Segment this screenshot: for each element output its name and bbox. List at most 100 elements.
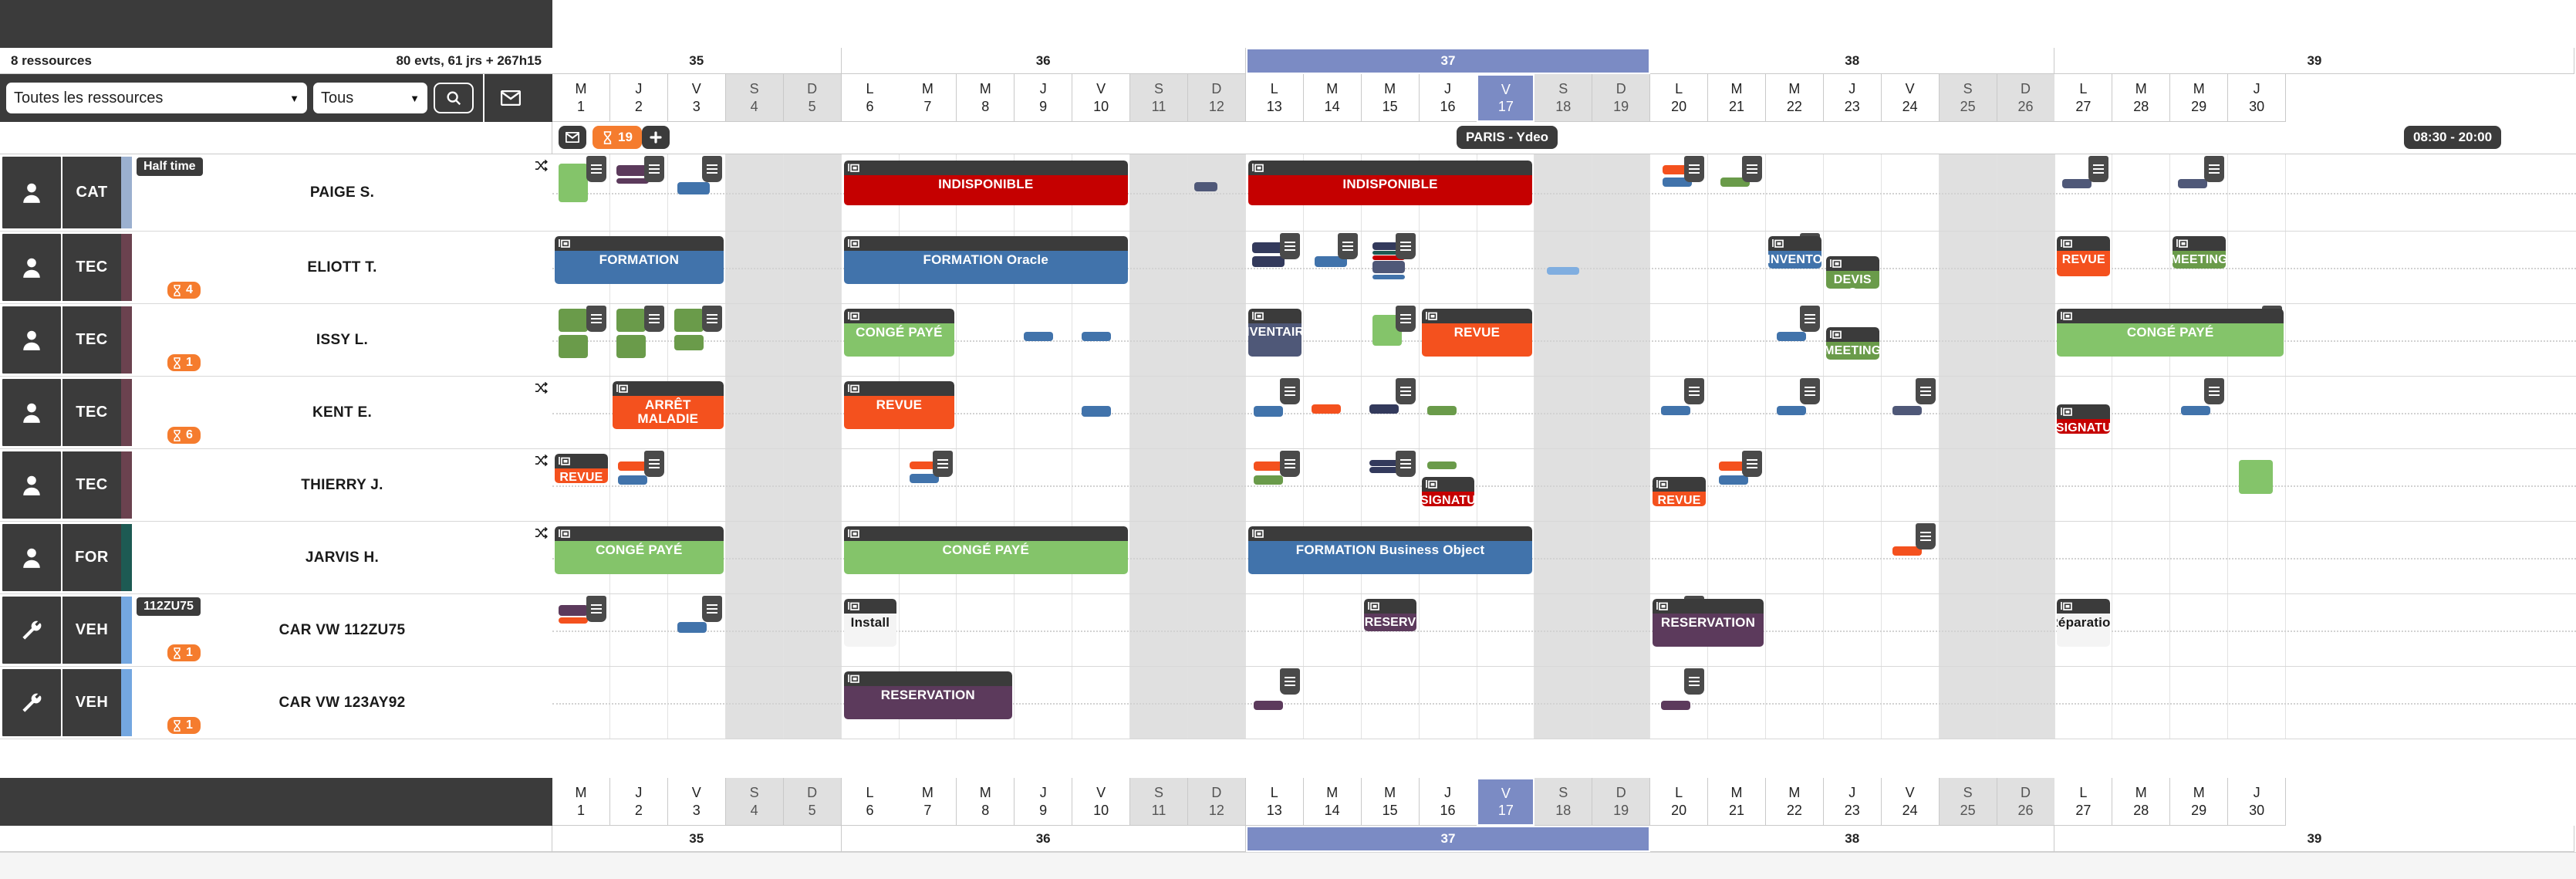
week-number-cell[interactable]: 39 xyxy=(2054,826,2575,852)
day-header-cell[interactable]: S4 xyxy=(725,778,784,826)
event-header-bar[interactable] xyxy=(1247,309,1302,323)
week-number-cell[interactable]: 36 xyxy=(841,826,1246,852)
calendar-event[interactable]: Réparation xyxy=(2057,599,2111,647)
day-header-cell[interactable]: S4 xyxy=(725,74,784,122)
shuffle-icon[interactable] xyxy=(535,526,548,543)
calendar-event[interactable]: INDISPONIBLE xyxy=(843,161,1128,205)
mini-event-bar[interactable] xyxy=(2062,179,2092,188)
day-header-cell[interactable]: L 20 xyxy=(1650,74,1709,122)
event-header-bar[interactable] xyxy=(1825,256,1879,271)
day-header-cell[interactable]: L 27 xyxy=(2054,778,2113,826)
mini-event-bar[interactable] xyxy=(1253,475,1283,485)
event-menu-handle[interactable] xyxy=(643,306,664,332)
day-header-cell[interactable]: L6 xyxy=(841,74,900,122)
day-header-cell[interactable]: J9 xyxy=(1015,778,1073,826)
calendar-event[interactable]: REVUE xyxy=(555,454,608,483)
day-header-cell[interactable]: D 19 xyxy=(1592,74,1651,122)
day-header-cell[interactable]: M 14 xyxy=(1303,778,1362,826)
day-header-cell[interactable]: S 11 xyxy=(1130,778,1188,826)
event-header-bar[interactable] xyxy=(843,599,897,614)
event-menu-handle[interactable] xyxy=(933,451,954,477)
timeline-row[interactable]: INDISPONIBLE INDISPONIBLE xyxy=(552,154,2576,232)
event-header-bar[interactable] xyxy=(1363,599,1417,614)
day-header-cell[interactable]: M1 xyxy=(552,74,610,122)
event-header-bar[interactable] xyxy=(1421,309,1533,323)
mini-event-bar[interactable] xyxy=(559,335,588,358)
day-header-cell[interactable]: D 12 xyxy=(1187,74,1246,122)
timeline-row[interactable]: CONGÉ PAYÉ INVENTAIRE REVUE MEETING CONGÉ PA… xyxy=(552,304,2576,377)
resource-row[interactable]: FOR JARVIS H. xyxy=(0,522,552,594)
timeline-row[interactable]: RESERVATION xyxy=(552,667,2576,739)
mini-event-bar[interactable] xyxy=(1369,404,1399,414)
day-header-cell[interactable]: L 13 xyxy=(1245,778,1304,826)
mini-event-bar[interactable] xyxy=(1372,261,1405,273)
event-header-bar[interactable] xyxy=(843,236,1128,251)
day-header-cell[interactable]: M 21 xyxy=(1708,74,1766,122)
day-header-cell[interactable]: V 17 xyxy=(1477,74,1535,122)
event-menu-handle[interactable] xyxy=(701,156,722,182)
week-number-cell[interactable]: 35 xyxy=(552,826,842,852)
mini-event-bar[interactable] xyxy=(1193,182,1217,191)
day-header-cell[interactable]: M 29 xyxy=(2170,74,2229,122)
day-header-cell[interactable]: S 25 xyxy=(1939,74,1997,122)
event-header-bar[interactable] xyxy=(2057,309,2284,323)
day-header-cell[interactable]: S 11 xyxy=(1130,74,1188,122)
event-menu-handle[interactable] xyxy=(1337,233,1358,259)
calendar-event[interactable]: RESERVATION xyxy=(1653,599,1764,647)
calendar-event[interactable]: INDISPONIBLE xyxy=(1247,161,1533,205)
calendar-event[interactable]: RESERV xyxy=(1363,599,1417,631)
day-header-cell[interactable]: M7 xyxy=(899,778,957,826)
week-number-cell[interactable]: 36 xyxy=(841,48,1246,74)
event-header-bar[interactable] xyxy=(1653,599,1764,614)
mail-button[interactable] xyxy=(494,74,528,122)
mini-event-bar[interactable] xyxy=(1426,406,1457,415)
event-menu-handle[interactable] xyxy=(1395,233,1416,259)
day-header-cell[interactable]: M 15 xyxy=(1361,778,1420,826)
event-menu-handle[interactable] xyxy=(586,596,606,622)
mail-pill-button[interactable] xyxy=(559,126,586,149)
day-header-cell[interactable]: S 25 xyxy=(1939,778,1997,826)
event-header-bar[interactable] xyxy=(843,671,1013,686)
event-header-bar[interactable] xyxy=(555,236,724,251)
day-header-cell[interactable]: D5 xyxy=(783,778,842,826)
calendar-event[interactable]: INVENTAIRE xyxy=(1247,309,1302,357)
day-header-cell[interactable]: L 27 xyxy=(2054,74,2113,122)
day-header-cell[interactable]: M 22 xyxy=(1765,74,1824,122)
mini-event-bar[interactable] xyxy=(1661,701,1691,710)
day-header-cell[interactable]: V 24 xyxy=(1881,778,1940,826)
day-header-cell[interactable]: J 16 xyxy=(1419,778,1477,826)
day-header-cell[interactable]: D 12 xyxy=(1187,778,1246,826)
event-menu-handle[interactable] xyxy=(1684,156,1704,182)
timeline-row[interactable]: FORMATION FORMATION Oracle INVENTODEVIS C R… xyxy=(552,232,2576,304)
day-header-cell[interactable]: J 23 xyxy=(1823,74,1882,122)
event-menu-handle[interactable] xyxy=(1915,523,1936,549)
day-header-cell[interactable]: M 14 xyxy=(1303,74,1362,122)
resource-filter-select[interactable]: Toutes les ressources ▼ xyxy=(6,83,307,113)
resource-row[interactable]: TEC THIERRY J. xyxy=(0,449,552,522)
mini-event-bar[interactable] xyxy=(2178,179,2208,188)
mini-event-bar[interactable] xyxy=(1372,275,1405,279)
day-header-cell[interactable]: J 30 xyxy=(2228,778,2287,826)
day-header-cell[interactable]: M 22 xyxy=(1765,778,1824,826)
mini-event-bar[interactable] xyxy=(674,309,704,332)
event-header-bar[interactable] xyxy=(555,526,724,541)
day-header-cell[interactable]: M 15 xyxy=(1361,74,1420,122)
shuffle-icon[interactable] xyxy=(535,381,548,398)
event-header-bar[interactable] xyxy=(1767,236,1821,251)
day-header-cell[interactable]: M7 xyxy=(899,74,957,122)
mini-event-bar[interactable] xyxy=(1082,332,1112,341)
calendar-event[interactable]: REVUE xyxy=(843,381,955,429)
resource-row[interactable]: TEC ISSY L. 1 xyxy=(0,304,552,377)
week-number-cell[interactable]: 37 xyxy=(1245,48,1651,74)
calendar-event[interactable]: FORMATION xyxy=(555,236,724,284)
mini-event-bar[interactable] xyxy=(1892,406,1922,415)
day-header-cell[interactable]: M8 xyxy=(957,74,1015,122)
time-range-pill[interactable]: 08:30 - 20:00 xyxy=(2404,126,2502,149)
day-header-cell[interactable]: J2 xyxy=(609,74,668,122)
day-header-cell[interactable]: M8 xyxy=(957,778,1015,826)
resource-row[interactable]: TEC KENT E. 6 xyxy=(0,377,552,449)
calendar-event[interactable]: SIGNATU xyxy=(1421,477,1475,506)
event-header-bar[interactable] xyxy=(843,161,1128,175)
day-header-cell[interactable]: J9 xyxy=(1015,74,1073,122)
day-header-cell[interactable]: M 28 xyxy=(2112,778,2171,826)
